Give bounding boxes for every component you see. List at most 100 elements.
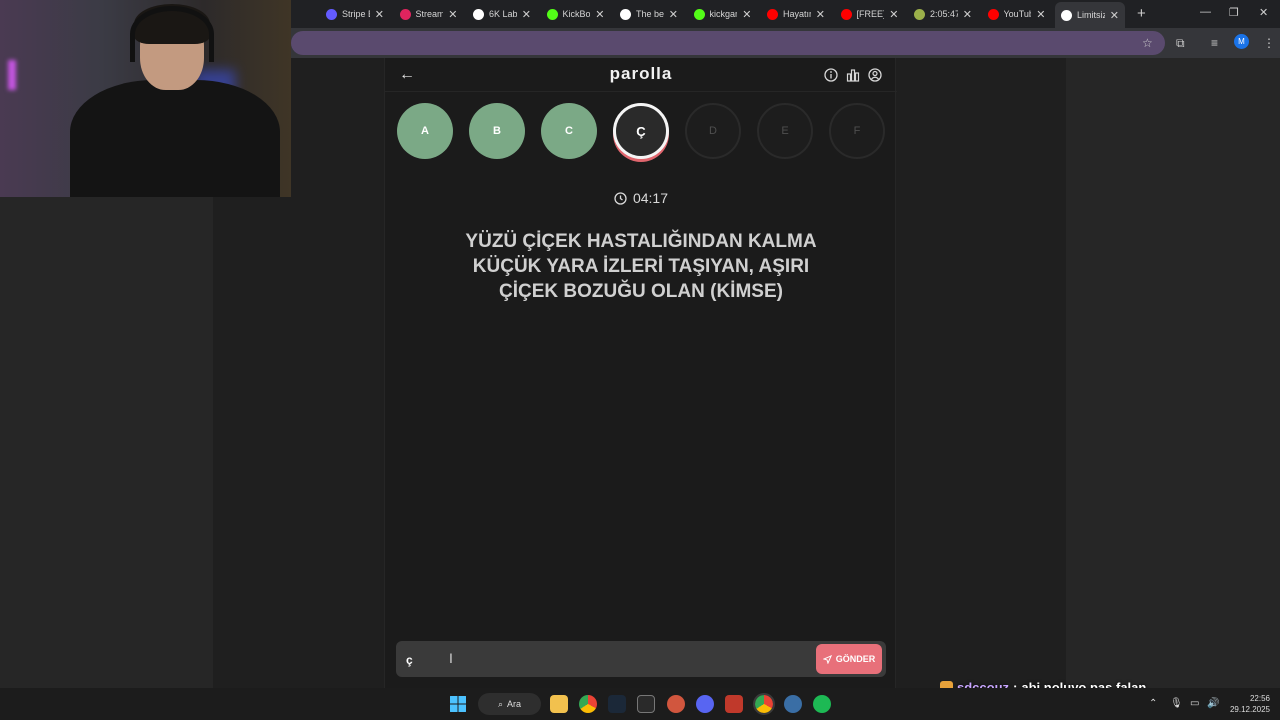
- send-button-label: GÖNDER: [835, 654, 876, 664]
- timer-value: 04:17: [632, 190, 669, 206]
- tab-title: 2:05:47: [930, 9, 958, 19]
- send-button[interactable]: GÖNDER: [816, 644, 882, 674]
- tab-title: kickgan: [709, 9, 738, 19]
- browser-tab[interactable]: Stripe E ✕: [320, 4, 390, 24]
- tab-favicon-icon: [326, 8, 337, 20]
- letter-circle-done: B: [469, 103, 525, 159]
- browser-tab[interactable]: Limitsiz ✕: [1055, 2, 1125, 28]
- question-text: YÜZÜ ÇİÇEK HASTALIĞINDAN KALMA KÜÇÜK YAR…: [465, 231, 817, 302]
- tab-close-icon[interactable]: ✕: [963, 8, 972, 21]
- profile-avatar[interactable]: M: [1234, 34, 1249, 49]
- address-bar[interactable]: [291, 31, 1165, 55]
- tab-favicon-icon: [1061, 9, 1072, 21]
- tab-favicon-icon: [473, 8, 484, 20]
- answer-input[interactable]: ç I GÖNDER: [396, 641, 886, 677]
- tab-close-icon[interactable]: ✕: [889, 8, 898, 21]
- tab-title: Limitsiz: [1077, 10, 1105, 20]
- file-explorer-icon[interactable]: [550, 695, 568, 713]
- tab-favicon-icon: [914, 8, 925, 20]
- letter-circle-current: Ç: [613, 103, 669, 159]
- webcam-overlay: [0, 0, 291, 197]
- tab-title: 6K Labs: [489, 9, 517, 19]
- browser-tab[interactable]: Stream ✕: [394, 4, 464, 24]
- browser-tab[interactable]: The be ✕: [614, 4, 684, 24]
- network-icon[interactable]: ▭: [1190, 698, 1199, 709]
- taskbar-search[interactable]: ⌕ Ara: [478, 693, 541, 715]
- voicemeeter-icon[interactable]: [725, 695, 743, 713]
- tab-title: The be: [636, 9, 664, 19]
- stats-icon[interactable]: [846, 68, 860, 82]
- tab-close-icon[interactable]: ✕: [448, 8, 457, 21]
- clock-time: 22:56: [1249, 694, 1270, 703]
- info-icon[interactable]: [824, 68, 838, 82]
- network-app-icon[interactable]: [784, 695, 802, 713]
- new-tab-button[interactable]: +: [1137, 5, 1146, 22]
- spotify-icon[interactable]: [813, 695, 831, 713]
- browser-tab[interactable]: Hayatın ✕: [761, 4, 831, 24]
- tab-favicon-icon: [546, 8, 558, 20]
- app-header: ← parolla: [385, 58, 897, 92]
- minimize-icon[interactable]: —: [1200, 6, 1211, 18]
- windows-start-icon[interactable]: [449, 695, 467, 713]
- restore-icon[interactable]: ❐: [1229, 6, 1239, 19]
- tab-close-icon[interactable]: ✕: [742, 8, 751, 21]
- game-launcher-icon[interactable]: [667, 695, 685, 713]
- tab-favicon-icon: [693, 8, 705, 20]
- app-brand: parolla: [609, 64, 673, 83]
- answer-value[interactable]: ç: [406, 653, 413, 667]
- tray-overflow-icon[interactable]: ⌃: [1149, 698, 1157, 709]
- extensions-icon[interactable]: ⧉: [1176, 36, 1185, 51]
- browser-tab[interactable]: 2:05:47 ✕: [908, 4, 978, 24]
- search-icon: ⌕: [497, 698, 504, 709]
- tab-title: Hayatın: [783, 9, 811, 19]
- epic-games-icon[interactable]: [637, 695, 655, 713]
- letter-progress: ABCÇDEF: [397, 103, 887, 163]
- browser-tab[interactable]: 6K Labs ✕: [467, 4, 537, 24]
- chrome-icon[interactable]: [579, 695, 597, 713]
- volume-icon[interactable]: 🔊: [1207, 698, 1219, 709]
- parolla-app: ← parolla ABCÇDEF 04:17 YÜZÜ ÇİÇEK HASTA…: [384, 58, 897, 688]
- tab-title: Stripe E: [342, 9, 370, 19]
- webcam-light: [8, 60, 16, 90]
- browser-tab[interactable]: kickgan ✕: [688, 4, 758, 24]
- discord-icon[interactable]: [696, 695, 714, 713]
- user-account-icon[interactable]: [868, 68, 882, 82]
- tab-close-icon[interactable]: ✕: [375, 8, 384, 21]
- steam-icon[interactable]: [608, 695, 626, 713]
- tab-close-icon[interactable]: ✕: [1036, 8, 1045, 21]
- system-clock[interactable]: 22:56 29.12.2025: [1226, 693, 1270, 715]
- letter-circle-todo: F: [829, 103, 885, 159]
- streamer-body: [70, 80, 280, 197]
- tab-favicon-icon: [987, 8, 999, 20]
- tab-favicon-icon: [840, 8, 852, 20]
- send-icon: [822, 654, 832, 664]
- browser-tab[interactable]: [FREE] ✕: [835, 4, 905, 24]
- clock-icon: [614, 192, 627, 205]
- letter-circle-todo: E: [757, 103, 813, 159]
- tab-close-icon[interactable]: ✕: [1110, 9, 1119, 22]
- chrome-active-icon[interactable]: [753, 693, 775, 715]
- tab-favicon-icon: [399, 8, 411, 20]
- tab-title: YouTub: [1003, 9, 1032, 19]
- tab-title: KickBot: [562, 9, 591, 19]
- letter-circle-done: A: [397, 103, 453, 159]
- tab-close-icon[interactable]: ✕: [522, 8, 531, 21]
- clock-date: 29.12.2025: [1229, 705, 1270, 714]
- tab-close-icon[interactable]: ✕: [595, 8, 604, 21]
- tab-title: Stream: [415, 9, 444, 19]
- windows-taskbar: ⌕ Ara ⌃ 🎙 ▭ 🔊 22:56 29.12.2025: [0, 688, 1280, 720]
- tab-favicon-icon: [620, 8, 631, 20]
- microphone-icon[interactable]: 🎙: [1170, 698, 1183, 709]
- tab-close-icon[interactable]: ✕: [669, 8, 678, 21]
- close-window-icon[interactable]: ✕: [1259, 6, 1268, 19]
- browser-menu-icon[interactable]: ⋮: [1263, 36, 1275, 50]
- browser-tab[interactable]: YouTub ✕: [982, 4, 1052, 24]
- media-control-icon[interactable]: ≡: [1211, 36, 1218, 50]
- tab-close-icon[interactable]: ✕: [816, 8, 825, 21]
- headset-icon: [130, 6, 214, 62]
- timer: 04:17: [385, 190, 897, 206]
- browser-tab[interactable]: KickBot ✕: [541, 4, 611, 24]
- letter-circle-todo: D: [685, 103, 741, 159]
- text-cursor-icon: I: [449, 650, 453, 666]
- bookmark-star-icon[interactable]: ☆: [1142, 36, 1153, 50]
